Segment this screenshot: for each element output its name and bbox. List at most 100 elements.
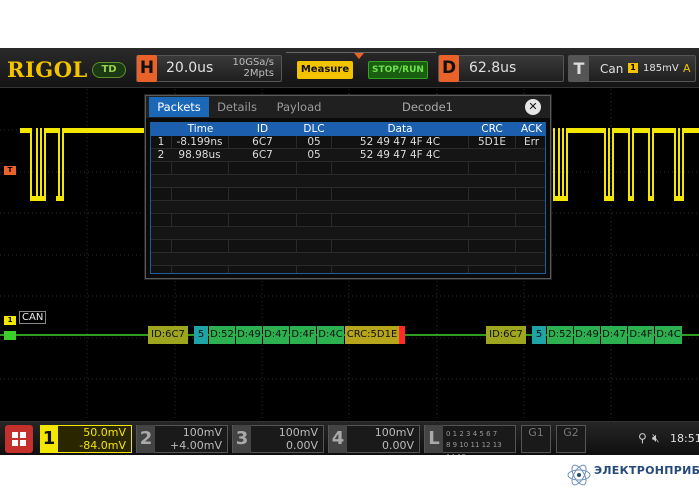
table-row-empty (151, 214, 545, 227)
bus-channel-label: CAN (19, 311, 47, 324)
cell-id: 6C7 (252, 149, 273, 161)
bus-marker (4, 331, 16, 340)
speaker-icon[interactable]: 🔇︎ (652, 431, 660, 446)
ch2-number: 2 (137, 425, 155, 453)
close-button[interactable]: ✕ (525, 99, 541, 115)
delay-value: 62.8us (469, 60, 517, 76)
column-header-crc: CRC (481, 123, 503, 135)
usb-icon: ⚲ (638, 431, 647, 445)
generator-1-label: G1 (528, 426, 544, 439)
bus-frame1-dlc: 5 (194, 326, 208, 344)
brand-logo: RIGOL (7, 57, 88, 82)
column-header-id: ID (256, 123, 269, 135)
column-header-data: Data (387, 123, 413, 135)
measure-button[interactable]: Measure (297, 61, 353, 79)
bus-frame2-data: D:4F (628, 326, 654, 344)
tab-payload[interactable]: Payload (270, 97, 328, 117)
trigger-letter: T (569, 56, 589, 81)
ch1-scale: 50.0mV (83, 426, 126, 439)
stop-run-button[interactable]: STOP/RUN (368, 61, 428, 79)
cell-dlc: 05 (307, 136, 321, 148)
cell-ack (516, 149, 545, 162)
cell-time: 98.98us (178, 149, 221, 161)
decode-event-table: Packets Details Payload Decode1 ✕ Time I… (145, 95, 551, 279)
cell-dlc: 05 (307, 149, 321, 161)
channel-status-bar: 1 50.0mV -84.0mV 2 100mV +4.00mV 3 100mV… (0, 421, 699, 455)
delay-letter: D (439, 55, 459, 82)
bus-frame1-data: D:49 (236, 326, 262, 344)
bus-frame1-id: ID:6C7 (148, 326, 188, 344)
trigger-level: 185mV (643, 63, 679, 74)
td-badge: TD (92, 62, 126, 78)
table-row-empty (151, 253, 545, 266)
bus-frame2-id: ID:6C7 (486, 326, 526, 344)
top-status-bar: RIGOL TD H 20.0us 10GSa/s 2Mpts Measure … (0, 48, 699, 88)
cell-data: 52 49 47 4F 4C (359, 136, 441, 148)
bus-frame2-dlc: 5 (532, 326, 546, 344)
ch3-number: 3 (233, 425, 251, 453)
ch3-scale: 100mV (278, 426, 318, 439)
column-header-time: Time (187, 123, 214, 135)
packets-table: Time ID DLC Data CRC ACK 1 -8.199ns 6C7 … (150, 122, 546, 274)
bus-frame2-data: D:4C (655, 326, 682, 344)
cell-data: 52 49 47 4F 4C (359, 149, 441, 161)
ch4-scale: 100mV (374, 426, 414, 439)
cell-id: 6C7 (252, 136, 273, 148)
timebase-value: 20.0us (166, 60, 214, 76)
ch1-number: 1 (40, 425, 58, 453)
column-header-ack: ACK (520, 123, 543, 135)
tab-details[interactable]: Details (212, 97, 262, 117)
sample-rate: 10GSa/s (232, 57, 274, 68)
watermark-text: ЭЛЕКТРОНПРИБОР (594, 464, 699, 477)
memory-depth: 2Mpts (243, 68, 274, 79)
cell-crc: 5D1E (477, 136, 507, 148)
table-row-empty (151, 188, 545, 201)
row-number: 2 (157, 149, 165, 161)
decode-table-title: Decode1 (402, 100, 453, 114)
oscilloscope-screen: RIGOL TD H 20.0us 10GSa/s 2Mpts Measure … (0, 48, 699, 455)
table-row-empty (151, 175, 545, 188)
trigger-edge-icon: 1 (628, 63, 638, 73)
cell-ack: Err (523, 136, 540, 148)
cell-time: -8.199ns (176, 136, 223, 148)
horizontal-letter: H (137, 55, 157, 82)
logic-letter: L (425, 425, 443, 453)
decode-table-header: Packets Details Payload Decode1 ✕ (146, 96, 550, 118)
bus-frame2-data: D:49 (574, 326, 600, 344)
table-header-row: Time ID DLC Data CRC ACK (151, 123, 545, 136)
ch1-offset-marker: T (4, 166, 16, 175)
row-number: 1 (157, 136, 165, 148)
overview-marker (354, 53, 364, 59)
table-row-empty (151, 227, 545, 240)
main-menu-button[interactable] (5, 425, 33, 453)
bus-frame1-data: D:4F (290, 326, 316, 344)
bus-frame2-data: D:47 (601, 326, 627, 344)
footer-watermark-area (0, 455, 699, 500)
bus-frame1-data: D:47 (263, 326, 289, 344)
trigger-coupling: A (683, 62, 691, 75)
bus-frame1-data: D:4C (317, 326, 344, 344)
bus-frame1-crc: CRC:5D1E (345, 326, 399, 344)
ch4-number: 4 (329, 425, 347, 453)
tab-packets[interactable]: Packets (149, 97, 209, 117)
ch2-offset: +4.00mV (170, 439, 222, 452)
clock-time: 18:51 (670, 432, 699, 445)
ch1-marker: 1 (4, 316, 16, 325)
logic-channels-row2: 8 9 10 11 12 13 14 15 (446, 441, 502, 455)
table-row[interactable]: 1 -8.199ns 6C7 05 52 49 47 4F 4C 5D1E Er… (151, 136, 545, 149)
column-header-dlc: DLC (303, 123, 325, 135)
ch2-scale: 100mV (182, 426, 222, 439)
table-row-empty (151, 162, 545, 175)
ch4-offset: 0.00V (381, 439, 414, 452)
bus-frame2-data: D:52 (547, 326, 573, 344)
table-body: 1 -8.199ns 6C7 05 52 49 47 4F 4C 5D1E Er… (151, 136, 545, 273)
ch3-offset: 0.00V (285, 439, 318, 452)
trigger-source: Can (600, 62, 624, 76)
ch1-offset: -84.0mV (79, 439, 126, 452)
generator-2-label: G2 (563, 426, 579, 439)
table-row-empty (151, 201, 545, 214)
table-row-empty (151, 240, 545, 253)
bus-frame1-data: D:52 (209, 326, 235, 344)
table-row[interactable]: 2 98.98us 6C7 05 52 49 47 4F 4C (151, 149, 545, 162)
watermark-logo-icon (567, 464, 591, 486)
